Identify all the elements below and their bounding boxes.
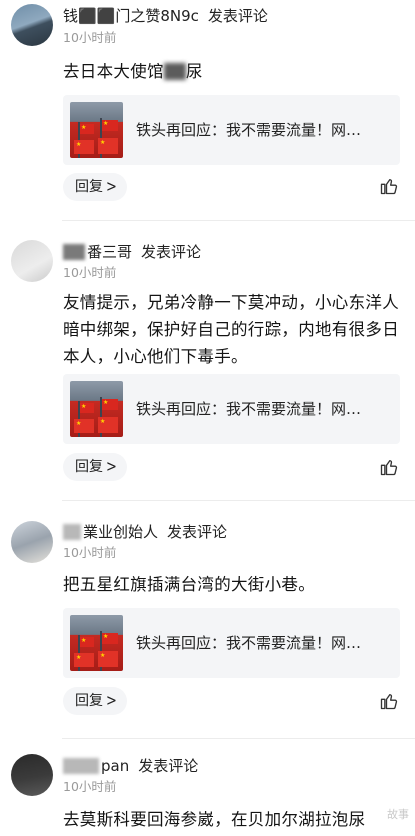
comment-item: 業业创始人 发表评论 10小时前 把五星红旗插满台湾的大街小巷。 ★ ★ ★ ★ … <box>0 501 415 738</box>
thumbs-up-icon[interactable] <box>379 457 399 477</box>
reply-label: 回复 <box>75 179 103 195</box>
article-thumbnail: ★ ★ ★ ★ <box>70 615 123 671</box>
comment-text: 把五星红旗插满台湾的大街小巷。 <box>63 575 315 594</box>
chevron-right-icon: > <box>106 692 117 711</box>
avatar[interactable] <box>11 4 53 46</box>
article-title: 铁头再回应：我不需要流量！网… <box>136 634 362 652</box>
action-label: 发表评论 <box>138 757 199 775</box>
avatar[interactable] <box>11 240 53 282</box>
comment-text: 去日本大使馆 尿 <box>63 58 408 85</box>
username[interactable]: 钱⬛⬛门之赞8N9c <box>63 7 199 25</box>
username[interactable]: 番三哥 <box>87 243 132 261</box>
action-label: 发表评论 <box>167 523 228 541</box>
comment-header: pan 发表评论 <box>63 755 198 777</box>
reply-label: 回复 <box>75 459 103 475</box>
action-label: 发表评论 <box>207 7 268 25</box>
timestamp: 10小时前 <box>63 779 117 794</box>
reply-button[interactable]: 回复 > <box>63 173 127 201</box>
thumbs-up-icon[interactable] <box>379 176 399 196</box>
chevron-right-icon: > <box>106 178 117 197</box>
article-thumbnail: ★ ★ ★ ★ <box>70 381 123 437</box>
censored-name <box>63 524 81 540</box>
watermark: 故事 <box>387 808 409 821</box>
avatar[interactable] <box>11 754 53 796</box>
username[interactable]: 業业创始人 <box>83 523 158 541</box>
reply-label: 回复 <box>75 693 103 709</box>
reply-button[interactable]: 回复 > <box>63 687 127 715</box>
timestamp: 10小时前 <box>63 265 117 280</box>
chevron-right-icon: > <box>106 458 117 477</box>
article-card[interactable]: ★ ★ ★ ★ 铁头再回应：我不需要流量！网… <box>63 95 400 165</box>
comment-header: 番三哥 发表评论 <box>63 241 201 263</box>
comment-text-part: 去日本大使馆 <box>63 62 164 81</box>
avatar[interactable] <box>11 521 53 563</box>
timestamp: 10小时前 <box>63 30 117 45</box>
censored-word <box>163 63 186 80</box>
thumbs-up-icon[interactable] <box>379 691 399 711</box>
comment-item: pan 发表评论 10小时前 去莫斯科要回海参崴，在贝加尔湖拉泡尿 <box>0 739 415 836</box>
censored-name <box>63 244 85 260</box>
comment-item: 番三哥 发表评论 10小时前 友情提示，兄弟冷静一下莫冲动，小心东洋人暗中绑架，保… <box>0 221 415 500</box>
username[interactable]: pan <box>101 757 129 775</box>
comment-header: 業业创始人 发表评论 <box>63 521 227 543</box>
timestamp: 10小时前 <box>63 545 117 560</box>
censored-name <box>63 758 99 774</box>
comment-text: 去莫斯科要回海参崴，在贝加尔湖拉泡尿 <box>63 810 366 829</box>
reply-button[interactable]: 回复 > <box>63 453 127 481</box>
comment-header: 钱⬛⬛门之赞8N9c 发表评论 <box>63 5 268 27</box>
action-label: 发表评论 <box>141 243 202 261</box>
comment-item: 钱⬛⬛门之赞8N9c 发表评论 10小时前 去日本大使馆 尿 ★ ★ ★ ★ 铁头再… <box>0 0 415 220</box>
article-title: 铁头再回应：我不需要流量！网… <box>136 400 362 418</box>
article-title: 铁头再回应：我不需要流量！网… <box>136 121 362 139</box>
article-thumbnail: ★ ★ ★ ★ <box>70 102 123 158</box>
article-card[interactable]: ★ ★ ★ ★ 铁头再回应：我不需要流量！网… <box>63 608 400 678</box>
comment-text: 友情提示，兄弟冷静一下莫冲动，小心东洋人暗中绑架，保护好自己的行踪，内地有很多日… <box>63 293 399 366</box>
article-card[interactable]: ★ ★ ★ ★ 铁头再回应：我不需要流量！网… <box>63 374 400 444</box>
comment-text-part: 尿 <box>185 62 203 81</box>
